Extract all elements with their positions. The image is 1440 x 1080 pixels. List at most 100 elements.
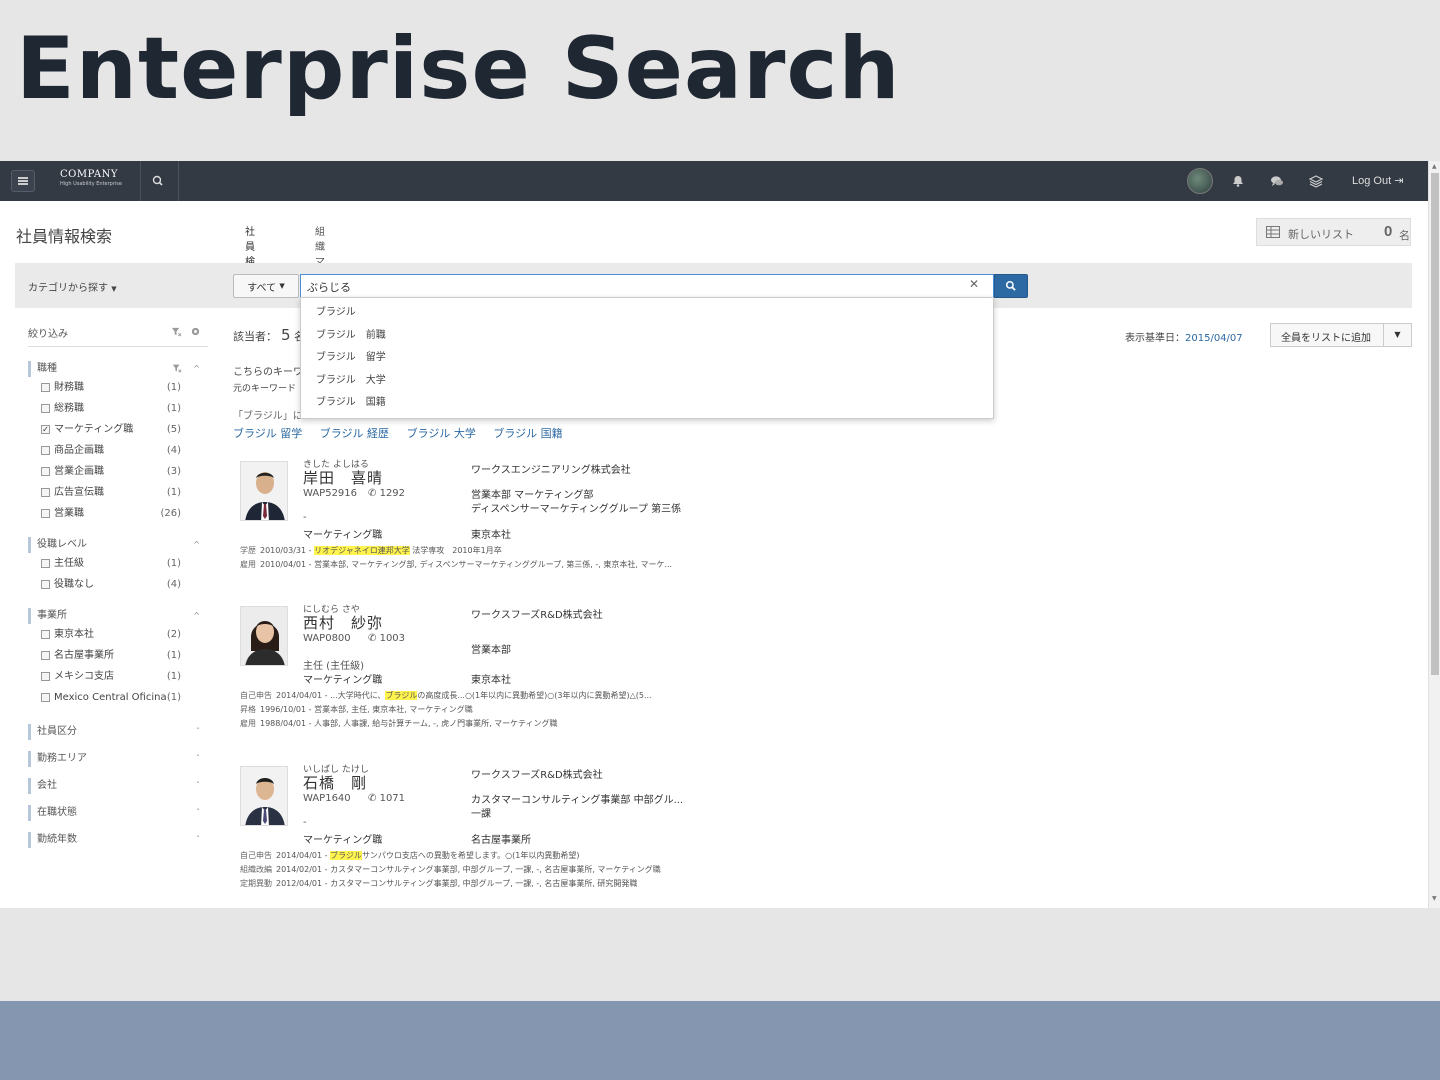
- new-list-button[interactable]: 新しいリスト 0 名: [1256, 218, 1411, 246]
- filter-group-title[interactable]: 会社 ˇ: [28, 778, 208, 794]
- filter-option[interactable]: 主任級 (1): [28, 553, 208, 574]
- checkbox[interactable]: [41, 509, 50, 518]
- filter-group-title[interactable]: 社員区分 ˇ: [28, 724, 208, 740]
- gear-icon[interactable]: [190, 326, 201, 337]
- page-scrollbar[interactable]: ▲ ▼: [1428, 161, 1440, 908]
- scroll-up-arrow-icon[interactable]: ▲: [1432, 163, 1437, 170]
- suggestion-item[interactable]: ブラジル 留学: [301, 347, 993, 370]
- option-count: (1): [166, 403, 181, 414]
- filter-option[interactable]: 営業職 (26): [28, 503, 208, 524]
- suggestion-item[interactable]: ブラジル 前職: [301, 325, 993, 348]
- filter-option[interactable]: 名古屋事業所 (1): [28, 645, 208, 666]
- filter-option[interactable]: 東京本社 (2): [28, 624, 208, 645]
- related-keyword-link[interactable]: ブラジル 経歴: [320, 427, 389, 440]
- filter-group-title[interactable]: 在職状態 ˇ: [28, 805, 208, 821]
- hamburger-icon: [18, 180, 28, 182]
- search-icon[interactable]: [150, 173, 166, 189]
- checkbox[interactable]: [41, 672, 50, 681]
- checkbox[interactable]: [41, 651, 50, 660]
- related-keyword-link[interactable]: ブラジル 留学: [233, 427, 302, 440]
- scroll-thumb[interactable]: [1431, 173, 1439, 675]
- menu-button[interactable]: [11, 170, 35, 192]
- checkbox[interactable]: [41, 580, 50, 589]
- clear-icon[interactable]: ✕: [969, 277, 979, 291]
- person-card[interactable]: きした よしはる 岸田 喜晴 WAP52916 ✆ 1292 - マーケティング…: [240, 457, 710, 587]
- scope-dropdown[interactable]: すべて ▼: [233, 274, 299, 298]
- filter-option[interactable]: 総務職 (1): [28, 398, 208, 419]
- bell-icon[interactable]: [1230, 173, 1246, 189]
- new-list-label: 新しいリスト: [1288, 229, 1354, 241]
- person-card[interactable]: にしむら さや 西村 紗弥 WAP0800 ✆ 1003 主任 (主任級) マー…: [240, 602, 710, 732]
- filter-option[interactable]: 商品企画職 (4): [28, 440, 208, 461]
- search-button[interactable]: [994, 274, 1028, 298]
- checkbox[interactable]: [41, 559, 50, 568]
- filter-option[interactable]: Mexico Central Oficina (1): [28, 687, 208, 708]
- filter-option[interactable]: ✓ マーケティング職 (5): [28, 419, 208, 440]
- chevron-down-icon[interactable]: ˇ: [196, 751, 200, 767]
- chevron-down-icon[interactable]: ˇ: [196, 832, 200, 848]
- suggestion-item[interactable]: ブラジル 大学: [301, 370, 993, 393]
- add-all-to-list-button[interactable]: 全員をリストに追加 ▼: [1270, 323, 1412, 347]
- checkbox[interactable]: [41, 488, 50, 497]
- suggestion-item[interactable]: ブラジル: [301, 302, 993, 325]
- scroll-down-arrow-icon[interactable]: ▼: [1432, 895, 1437, 902]
- filter-option[interactable]: 財務職 (1): [28, 377, 208, 398]
- filter-group-employee-type: 社員区分 ˇ: [28, 724, 208, 740]
- filter-group-title[interactable]: 事業所 ^: [28, 608, 208, 624]
- original-keyword: 元のキーワード: [233, 384, 297, 394]
- person-card[interactable]: いしばし たけし 石橋 剛 WAP1640 ✆ 1071 - マーケティング職 …: [240, 762, 710, 892]
- base-date-value[interactable]: 2015/04/07: [1185, 333, 1243, 344]
- checkbox[interactable]: [41, 693, 50, 702]
- logo-subtext: High Usability Enterprise: [60, 181, 122, 187]
- chevron-down-icon[interactable]: ˇ: [196, 778, 200, 794]
- chevron-up-icon[interactable]: ^: [193, 608, 200, 624]
- person-name[interactable]: 石橋 剛: [303, 772, 367, 793]
- company-logo[interactable]: COMPANY High Usability Enterprise: [60, 170, 122, 187]
- history-key: 雇用: [240, 719, 256, 728]
- clear-filter-icon[interactable]: [172, 363, 182, 373]
- search-input[interactable]: ぶらじる: [300, 274, 994, 298]
- chevron-down-icon[interactable]: ˇ: [196, 805, 200, 821]
- checkbox[interactable]: [41, 404, 50, 413]
- logout-link[interactable]: Log Out ⇥: [1352, 174, 1403, 187]
- option-count: (26): [160, 508, 181, 519]
- option-count: (3): [166, 466, 181, 477]
- filter-option[interactable]: 広告宣伝職 (1): [28, 482, 208, 503]
- checkbox[interactable]: [41, 630, 50, 639]
- suggestion-item[interactable]: ブラジル 国籍: [301, 392, 993, 415]
- group-label: 勤続年数: [37, 834, 77, 845]
- related-keyword-link[interactable]: ブラジル 大学: [407, 427, 476, 440]
- chat-icon[interactable]: [1269, 173, 1285, 189]
- chevron-down-icon[interactable]: ˇ: [196, 724, 200, 740]
- caret-down-icon[interactable]: ▼: [1383, 324, 1411, 346]
- checkbox-checked[interactable]: ✓: [41, 425, 50, 434]
- person-name[interactable]: 岸田 喜晴: [303, 467, 383, 488]
- filter-option[interactable]: 役職なし (4): [28, 574, 208, 595]
- clear-filter-icon[interactable]: [171, 326, 182, 337]
- person-photo[interactable]: [240, 606, 288, 666]
- filter-group-title[interactable]: 勤務エリア ˇ: [28, 751, 208, 767]
- checkbox[interactable]: [41, 383, 50, 392]
- filter-group-title[interactable]: 職種 ^: [28, 361, 208, 377]
- user-avatar[interactable]: [1187, 168, 1213, 194]
- checkbox[interactable]: [41, 467, 50, 476]
- filter-group-title[interactable]: 勤続年数 ˇ: [28, 832, 208, 848]
- person-name[interactable]: 西村 紗弥: [303, 612, 383, 633]
- category-browse-link[interactable]: カテゴリから探す ▼: [28, 279, 117, 294]
- filter-group-title[interactable]: 役職レベル ^: [28, 537, 208, 553]
- layers-icon[interactable]: [1308, 173, 1324, 189]
- group-label: 社員区分: [37, 726, 77, 737]
- history-key: 定期異動: [240, 879, 272, 888]
- chevron-up-icon[interactable]: ^: [193, 361, 200, 377]
- extension-number: 1071: [379, 793, 406, 804]
- option-label: 主任級: [54, 558, 84, 569]
- person-photo[interactable]: [240, 766, 288, 826]
- checkbox[interactable]: [41, 446, 50, 455]
- chevron-up-icon[interactable]: ^: [193, 537, 200, 553]
- office-location: 東京本社: [471, 530, 511, 541]
- filter-option[interactable]: 営業企画職 (3): [28, 461, 208, 482]
- person-photo[interactable]: [240, 461, 288, 521]
- filter-group-employment-status: 在職状態 ˇ: [28, 805, 208, 821]
- filter-option[interactable]: メキシコ支店 (1): [28, 666, 208, 687]
- related-keyword-link[interactable]: ブラジル 国籍: [493, 427, 562, 440]
